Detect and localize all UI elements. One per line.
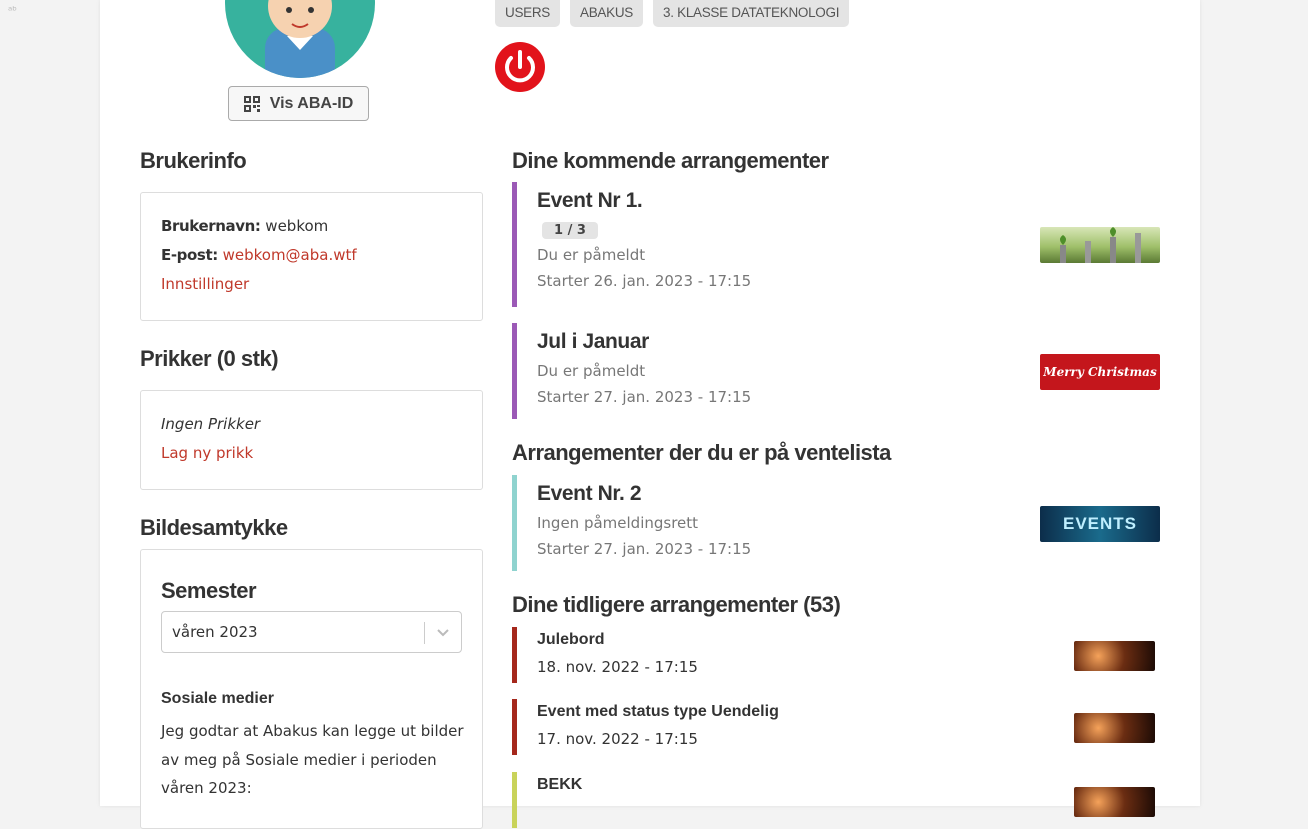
capacity-badge: 1 / 3 [542, 222, 598, 239]
event-start: Starter 27. jan. 2023 - 17:15 [537, 388, 752, 406]
event-image-dinner[interactable] [1074, 713, 1155, 743]
semester-value: våren 2023 [172, 623, 258, 641]
event-image-plants[interactable] [1040, 227, 1160, 263]
event-image-dinner[interactable] [1074, 787, 1155, 817]
username-value: webkom [265, 217, 329, 235]
event-date: 17. nov. 2022 - 17:15 [537, 730, 698, 748]
past-event: BEKK [512, 772, 1160, 828]
email-link[interactable]: webkom@aba.wtf [223, 246, 357, 264]
userinfo-box: Brukernavn: webkom E-post: webkom@aba.wt… [140, 192, 483, 321]
select-separator [424, 622, 425, 644]
group-tag-class[interactable]: 3. KLASSE DATATEKNOLOGI [653, 0, 850, 27]
event-title[interactable]: Jul i Januar [537, 330, 1160, 354]
group-tags: USERS ABAKUS 3. KLASSE DATATEKNOLOGI [495, 0, 850, 27]
no-penalties-text: Ingen Prikker [161, 415, 261, 433]
event-title[interactable]: Julebord [537, 631, 1160, 649]
power-icon[interactable] [495, 42, 545, 92]
username-label: Brukernavn: [161, 217, 261, 235]
event-title[interactable]: BEKK [537, 776, 1160, 794]
event-start: Starter 26. jan. 2023 - 17:15 [537, 272, 752, 290]
past-event: Event med status type Uendelig 17. nov. … [512, 699, 1160, 755]
event-title[interactable]: Event Nr 1. [537, 189, 1160, 213]
profile-page: Vis ABA-ID USERS ABAKUS 3. KLASSE DATATE… [100, 0, 1200, 829]
past-event: Julebord 18. nov. 2022 - 17:15 [512, 627, 1160, 683]
upcoming-heading: Dine kommende arrangementer [512, 148, 829, 173]
photo-consent-heading: Bildesamtykke [140, 515, 288, 540]
events-banner-text: EVENTS [1062, 514, 1138, 533]
event-title[interactable]: Event Nr. 2 [537, 482, 1160, 506]
event-image-dinner[interactable] [1074, 641, 1155, 671]
chevron-down-icon [437, 629, 449, 637]
event-image-christmas[interactable]: Merry Christmas [1040, 354, 1160, 390]
event-date: 18. nov. 2022 - 17:15 [537, 658, 698, 676]
profile-avatar [225, 0, 375, 78]
settings-link[interactable]: Innstillinger [161, 275, 249, 293]
userinfo-heading: Brukerinfo [140, 148, 247, 173]
aba-id-label: Vis ABA-ID [269, 94, 354, 112]
christmas-banner-text: Merry Christmas [1043, 365, 1157, 379]
penalties-box: Ingen Prikker Lag ny prikk [140, 390, 483, 490]
group-tag-abakus[interactable]: ABAKUS [570, 0, 643, 27]
past-heading: Dine tidligere arrangementer (53) [512, 592, 841, 617]
event-image-events[interactable]: EVENTS [1040, 506, 1160, 542]
corner-glyph: ᵃᵇ [8, 4, 18, 17]
show-aba-id-button[interactable]: Vis ABA-ID [228, 86, 369, 121]
penalties-heading: Prikker (0 stk) [140, 346, 279, 371]
new-penalty-link[interactable]: Lag ny prikk [161, 444, 253, 462]
group-tag-users[interactable]: USERS [495, 0, 561, 27]
qr-code-icon [243, 95, 260, 112]
semester-select[interactable]: våren 2023 [161, 611, 462, 653]
event-title[interactable]: Event med status type Uendelig [537, 703, 1160, 721]
semester-heading: Semester [161, 578, 257, 603]
social-media-heading: Sosiale medier [161, 690, 274, 707]
social-media-consent-text: Jeg godtar at Abakus kan legge ut bilder… [161, 722, 464, 797]
photo-consent-box: Semester våren 2023 Sosiale medier Jeg g… [140, 549, 483, 829]
event-start: Starter 27. jan. 2023 - 17:15 [537, 540, 752, 558]
email-label: E-post: [161, 246, 218, 264]
waitlist-heading: Arrangementer der du er på ventelista [512, 440, 891, 465]
